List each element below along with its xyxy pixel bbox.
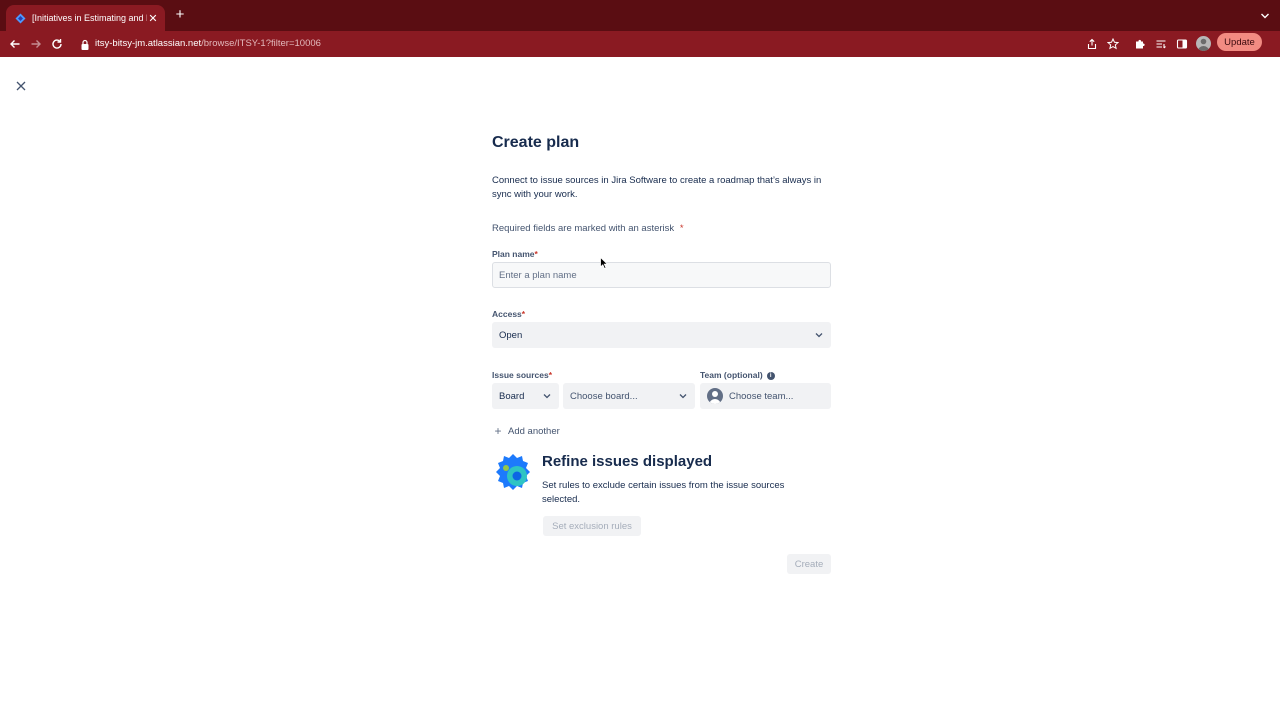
reading-list-icon[interactable] [1153, 36, 1169, 52]
issue-source-type-value: Board [499, 390, 525, 402]
chevron-down-icon [678, 391, 688, 401]
required-fields-note: Required fields are marked with an aster… [492, 223, 684, 234]
close-icon[interactable] [13, 78, 29, 94]
access-value: Open [499, 329, 523, 341]
board-placeholder: Choose board... [570, 390, 638, 402]
plan-name-label-text: Plan name [492, 249, 535, 259]
tab-close-icon[interactable]: ✕ [147, 12, 159, 25]
plan-name-input[interactable] [492, 262, 831, 288]
page-title: Create plan [492, 134, 580, 151]
share-icon[interactable] [1084, 36, 1100, 52]
team-avatar-icon [707, 388, 723, 404]
add-another-button[interactable]: + Add another [492, 424, 560, 438]
gear-filter-illustration-icon [492, 452, 534, 494]
issue-sources-label-text: Issue sources [492, 370, 549, 380]
browser-tab-bar: [Initiatives in Estimating and Bu ✕ + [0, 0, 1280, 31]
chevron-down-icon [542, 391, 552, 401]
team-label-text: Team (optional) [700, 370, 763, 380]
issue-sources-asterisk: * [548, 370, 553, 380]
new-tab-icon[interactable]: + [172, 7, 188, 23]
update-button[interactable]: Update [1217, 33, 1262, 51]
required-note-text: Required fields are marked with an aster… [492, 223, 675, 234]
issue-source-type-select[interactable]: Board [492, 383, 559, 409]
url-path: /browse/ITSY-1?filter=10006 [201, 38, 321, 49]
board-select[interactable]: Choose board... [563, 383, 695, 409]
plan-name-asterisk: * [534, 249, 538, 259]
lock-icon[interactable] [80, 38, 90, 50]
info-icon[interactable]: i [766, 371, 775, 380]
browser-toolbar: itsy-bitsy-jm.atlassian.net/browse/ITSY-… [0, 31, 1280, 79]
jira-favicon-icon [15, 13, 26, 24]
team-placeholder: Choose team... [729, 390, 794, 402]
reload-icon[interactable] [46, 33, 68, 55]
access-asterisk: * [521, 309, 526, 319]
plus-icon: + [494, 424, 502, 438]
refine-title: Refine issues displayed [542, 453, 713, 470]
create-button[interactable]: Create [787, 554, 831, 574]
chevron-down-icon [814, 330, 824, 340]
access-label: Access* [492, 309, 525, 319]
access-label-text: Access [492, 309, 522, 319]
side-panel-icon[interactable] [1174, 36, 1190, 52]
tab-search-chevron-icon[interactable] [1260, 9, 1270, 21]
access-select[interactable]: Open [492, 322, 831, 348]
required-asterisk: * [679, 223, 684, 234]
tab-title: [Initiatives in Estimating and Bu [32, 13, 147, 23]
set-exclusion-rules-button[interactable]: Set exclusion rules [543, 516, 641, 536]
address-bar[interactable]: itsy-bitsy-jm.atlassian.net/browse/ITSY-… [95, 38, 321, 49]
team-select[interactable]: Choose team... [700, 383, 831, 409]
page-description: Connect to issue sources in Jira Softwar… [492, 175, 822, 200]
browser-tab[interactable]: [Initiatives in Estimating and Bu ✕ [6, 5, 165, 31]
plan-name-label: Plan name* [492, 249, 538, 259]
back-arrow-icon[interactable] [4, 33, 26, 55]
add-another-label: Add another [508, 425, 560, 437]
browser-menu-icon[interactable] [1263, 64, 1275, 82]
extensions-puzzle-icon[interactable] [1132, 36, 1148, 52]
team-label: Team (optional) i [700, 370, 775, 380]
forward-arrow-icon[interactable] [25, 33, 47, 55]
bookmark-star-icon[interactable] [1105, 36, 1121, 52]
profile-avatar[interactable] [1196, 36, 1211, 51]
url-host: itsy-bitsy-jm.atlassian.net [95, 38, 202, 49]
refine-description: Set rules to exclude certain issues from… [542, 480, 785, 505]
issue-sources-label: Issue sources* [492, 370, 552, 380]
